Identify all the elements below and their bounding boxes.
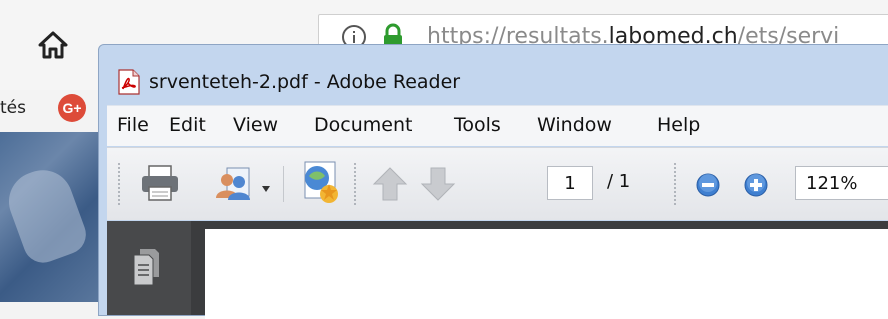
menu-document[interactable]: Document: [314, 114, 412, 136]
print-icon[interactable]: [139, 162, 181, 208]
menu-tools[interactable]: Tools: [454, 114, 501, 136]
page-down-icon[interactable]: [419, 166, 457, 206]
background-web-image: [0, 132, 100, 302]
menu-view[interactable]: View: [233, 114, 278, 136]
zoom-level-input[interactable]: 121%: [795, 166, 888, 200]
share-users-icon[interactable]: [213, 162, 255, 208]
pdf-file-icon: [117, 69, 141, 95]
pdf-page[interactable]: [205, 229, 888, 319]
toolbar-grip[interactable]: [117, 162, 121, 206]
secure-icon[interactable]: [299, 160, 343, 210]
bookmarks-bar: tés G+: [0, 92, 100, 132]
window-title: srventeteh-2.pdf - Adobe Reader: [149, 71, 461, 93]
page-total: / 1: [607, 171, 631, 192]
menu-window[interactable]: Window: [537, 114, 612, 136]
menu-file[interactable]: File: [117, 114, 149, 136]
toolbar: 1 / 1 121%: [107, 147, 888, 220]
zoom-in-icon[interactable]: [743, 172, 769, 202]
background-image-shape: [0, 161, 92, 269]
page-up-icon[interactable]: [371, 166, 409, 206]
title-bar[interactable]: srventeteh-2.pdf - Adobe Reader: [99, 45, 888, 101]
zoom-out-icon[interactable]: [695, 172, 721, 202]
document-area: [107, 221, 888, 319]
page-number-input[interactable]: 1: [547, 166, 593, 200]
navigation-sidebar: [107, 221, 191, 315]
home-icon[interactable]: [34, 26, 72, 64]
toolbar-separator: [283, 166, 284, 202]
menu-bar: File Edit View Document Tools Window Hel…: [107, 105, 888, 146]
toolbar-grip-3[interactable]: [673, 162, 677, 206]
menu-help[interactable]: Help: [657, 114, 700, 136]
google-plus-icon[interactable]: G+: [58, 94, 86, 122]
menu-edit[interactable]: Edit: [169, 114, 206, 136]
bookmark-label[interactable]: tés: [0, 98, 26, 118]
dropdown-arrow-icon[interactable]: [261, 178, 271, 197]
adobe-reader-window: srventeteh-2.pdf - Adobe Reader File Edi…: [98, 44, 888, 319]
toolbar-grip-2[interactable]: [353, 162, 357, 206]
pages-icon[interactable]: [131, 247, 161, 291]
